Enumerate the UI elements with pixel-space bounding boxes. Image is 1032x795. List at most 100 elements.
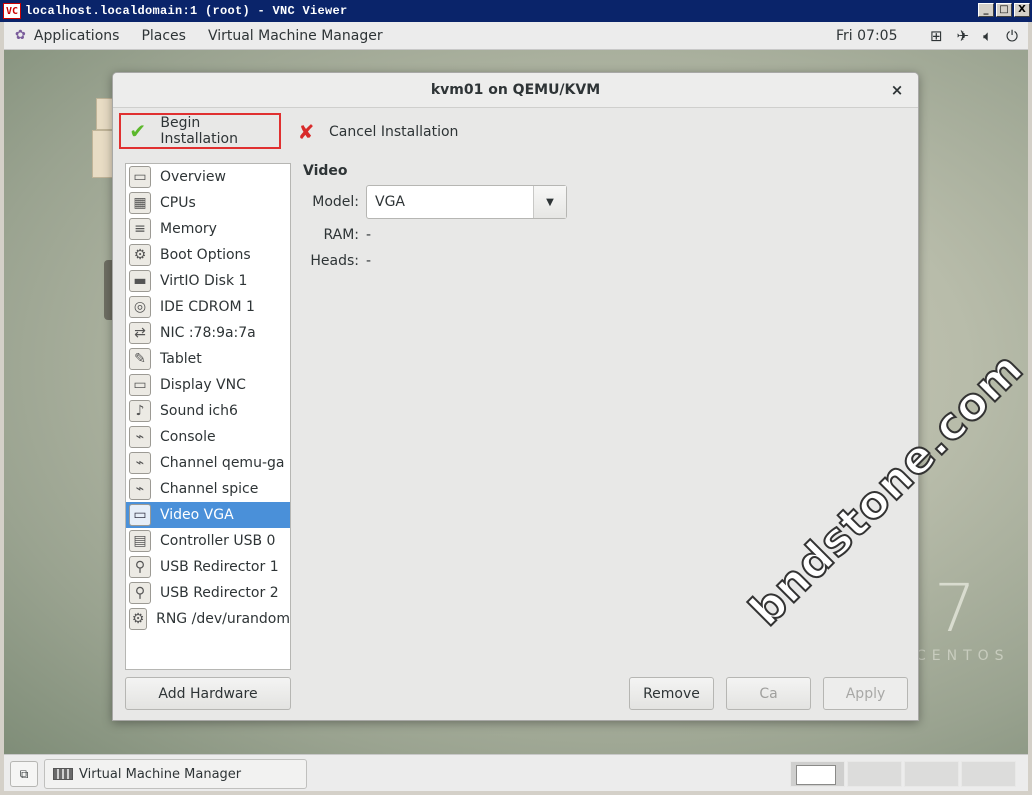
vnc-window-controls: _ □ X xyxy=(978,3,1030,17)
gnome-top-bar: ✿ Applications Places Virtual Machine Ma… xyxy=(4,22,1028,50)
hardware-item-label: NIC :78:9a:7a xyxy=(160,325,256,341)
show-desktop-button[interactable]: ⧉ xyxy=(10,761,38,787)
hardware-item-channel-spice[interactable]: ⌁ Channel spice xyxy=(126,476,290,502)
workspace-3[interactable] xyxy=(904,761,959,787)
vnc-logo-icon: VC xyxy=(3,3,21,19)
hardware-item-label: RNG /dev/urandom xyxy=(156,611,290,627)
add-hardware-button[interactable]: Add Hardware xyxy=(125,677,291,710)
sound-card-icon: ♪ xyxy=(129,400,151,422)
vm-details-dialog: kvm01 on QEMU/KVM × ✔ Begin Installation… xyxy=(112,72,919,721)
taskbar-window-button[interactable]: Virtual Machine Manager xyxy=(44,759,307,789)
vnc-close-button[interactable]: X xyxy=(1014,3,1030,17)
channel-icon: ⌁ xyxy=(129,478,151,500)
workspace-4[interactable] xyxy=(961,761,1016,787)
hardware-item-controller-usb[interactable]: ▤ Controller USB 0 xyxy=(126,528,290,554)
cancel-button[interactable]: Ca xyxy=(726,677,811,710)
hardware-item-video-vga[interactable]: ▭ Video VGA xyxy=(126,502,290,528)
hardware-item-label: Memory xyxy=(160,221,217,237)
hardware-item-rng[interactable]: ⚙ RNG /dev/urandom xyxy=(126,606,290,632)
cancel-installation-button[interactable]: ✘ Cancel Installation xyxy=(295,114,459,150)
vnc-maximize-button[interactable]: □ xyxy=(996,3,1012,17)
begin-installation-button[interactable]: ✔ Begin Installation xyxy=(119,113,281,149)
hardware-item-usb-redirector-1[interactable]: ⚲ USB Redirector 1 xyxy=(126,554,290,580)
model-select[interactable]: VGA ▼ xyxy=(366,185,567,219)
monitor-icon: ▭ xyxy=(129,166,151,188)
gears-icon: ⚙ xyxy=(129,608,148,630)
vmm-app-icon xyxy=(53,768,73,780)
gears-icon: ⚙ xyxy=(129,244,151,266)
vnc-frame-bottom xyxy=(0,791,1032,795)
workspace-1[interactable] xyxy=(790,761,845,787)
hardware-item-label: Console xyxy=(160,429,216,445)
power-icon[interactable]: ⏻ xyxy=(1006,27,1018,45)
hardware-item-label: Sound ich6 xyxy=(160,403,238,419)
hardware-item-boot-options[interactable]: ⚙ Boot Options xyxy=(126,242,290,268)
hardware-item-label: CPUs xyxy=(160,195,196,211)
heads-value: - xyxy=(366,253,372,269)
hardware-item-label: Channel qemu-ga xyxy=(160,455,285,471)
gnome-foot-icon: ✿ xyxy=(15,28,26,43)
hardware-item-overview[interactable]: ▭ Overview xyxy=(126,164,290,190)
channel-icon: ⌁ xyxy=(129,452,151,474)
ram-value: - xyxy=(366,227,372,243)
heads-label: Heads: xyxy=(310,253,359,269)
hardware-item-console[interactable]: ⌁ Console xyxy=(126,424,290,450)
volume-icon[interactable]: 🔈︎ xyxy=(983,27,992,45)
cpu-icon: ▦ xyxy=(129,192,151,214)
hardware-item-label: USB Redirector 2 xyxy=(160,585,279,601)
workspace-2[interactable] xyxy=(847,761,902,787)
hardware-item-usb-redirector-2[interactable]: ⚲ USB Redirector 2 xyxy=(126,580,290,606)
model-label: Model: xyxy=(312,194,359,210)
network-card-icon: ⇄ xyxy=(129,322,151,344)
memory-icon: ≡ xyxy=(129,218,151,240)
hardware-item-label: USB Redirector 1 xyxy=(160,559,279,575)
network-icon[interactable]: ⊞ xyxy=(930,27,943,45)
system-tray[interactable]: ⊞ ✈ 🔈︎ ⏻ xyxy=(930,27,1018,45)
close-icon[interactable]: × xyxy=(888,81,906,99)
cancel-installation-label: Cancel Installation xyxy=(329,124,459,140)
clock[interactable]: Fri 07:05 xyxy=(836,28,897,44)
install-toolbar: ✔ Begin Installation ✘ Cancel Installati… xyxy=(113,109,918,151)
hardware-item-label: Display VNC xyxy=(160,377,246,393)
ram-label: RAM: xyxy=(323,227,359,243)
checkmark-icon: ✔ xyxy=(129,119,147,143)
hardware-item-label: Boot Options xyxy=(160,247,251,263)
tablet-icon: ✎ xyxy=(129,348,151,370)
hardware-item-tablet[interactable]: ✎ Tablet xyxy=(126,346,290,372)
show-desktop-icon: ⧉ xyxy=(19,766,29,781)
vmm-app-label: Virtual Machine Manager xyxy=(207,27,383,44)
hardware-item-label: Video VGA xyxy=(160,507,234,523)
vmm-app-menu[interactable]: Virtual Machine Manager xyxy=(197,22,394,50)
hardware-item-label: Overview xyxy=(160,169,226,185)
hardware-item-virtio-disk[interactable]: ▬ VirtIO Disk 1 xyxy=(126,268,290,294)
disk-icon: ▬ xyxy=(129,270,151,292)
hardware-item-memory[interactable]: ≡ Memory xyxy=(126,216,290,242)
apply-button[interactable]: Apply xyxy=(823,677,908,710)
places-menu[interactable]: Places xyxy=(130,22,197,50)
usb-icon: ⚲ xyxy=(129,582,151,604)
hardware-item-nic[interactable]: ⇄ NIC :78:9a:7a xyxy=(126,320,290,346)
hardware-item-channel-qemu-ga[interactable]: ⌁ Channel qemu-ga xyxy=(126,450,290,476)
vnc-minimize-button[interactable]: _ xyxy=(978,3,994,17)
centos-logo-word: CENTOS xyxy=(916,648,1010,664)
chevron-down-icon[interactable]: ▼ xyxy=(533,186,566,218)
bottom-taskbar: ⧉ Virtual Machine Manager xyxy=(4,754,1028,791)
hardware-item-label: Controller USB 0 xyxy=(160,533,276,549)
controller-icon: ▤ xyxy=(129,530,151,552)
hardware-item-cpus[interactable]: ▦ CPUs xyxy=(126,190,290,216)
hardware-list[interactable]: ▭ Overview ▦ CPUs ≡ Memory ⚙ Boot Options ▬ V… xyxy=(125,163,291,670)
hardware-item-sound[interactable]: ♪ Sound ich6 xyxy=(126,398,290,424)
vnc-window-title: localhost.localdomain:1 (root) - VNC Vie… xyxy=(25,4,348,18)
red-x-icon: ✘ xyxy=(297,120,315,144)
video-card-icon: ▭ xyxy=(129,504,151,526)
display-icon: ▭ xyxy=(129,374,151,396)
applications-menu[interactable]: ✿ Applications xyxy=(4,22,130,50)
cdrom-icon: ◎ xyxy=(129,296,151,318)
remove-button[interactable]: Remove xyxy=(629,677,714,710)
applications-label: Applications xyxy=(33,27,120,44)
hardware-item-ide-cdrom[interactable]: ◎ IDE CDROM 1 xyxy=(126,294,290,320)
model-select-value: VGA xyxy=(375,194,406,210)
hardware-item-label: VirtIO Disk 1 xyxy=(160,273,248,289)
hardware-item-display-vnc[interactable]: ▭ Display VNC xyxy=(126,372,290,398)
airplane-icon[interactable]: ✈ xyxy=(957,27,970,45)
